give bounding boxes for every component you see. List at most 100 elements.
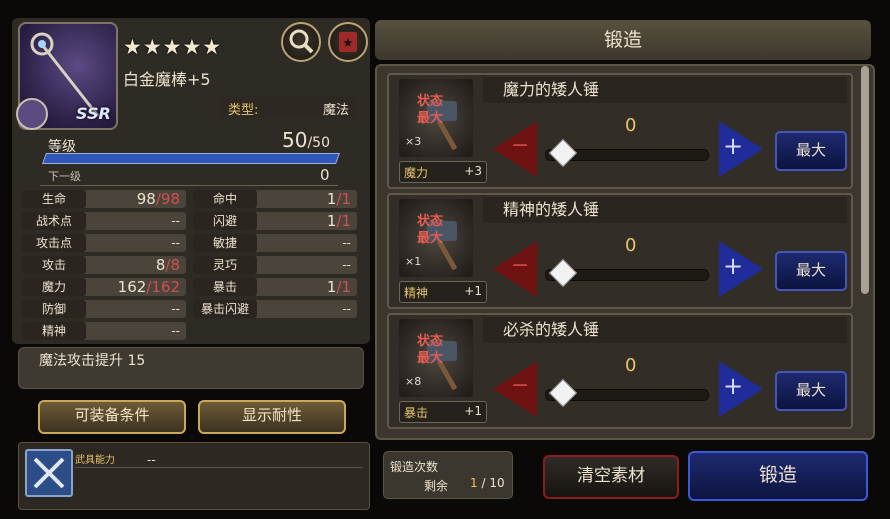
material-name: 魔力的矮人锤 [483,77,847,103]
stat-label: 攻击 [22,256,86,274]
equip-conditions-button[interactable]: 可装备条件 [38,400,186,434]
material-thumbnail: 状态 最大 ×3 [399,79,473,157]
svg-text:★: ★ [342,36,354,51]
stat-row: 精神 -- [22,322,186,340]
stat-current: -- [171,324,180,338]
stat-current: -- [342,258,351,272]
plus-icon: + [723,372,744,400]
stat-value: -- [342,234,351,252]
amount-slider-thumb[interactable] [548,378,578,408]
description-text: 魔法攻击提升 15 [39,353,146,369]
stat-current: 8 [155,256,166,274]
increase-button[interactable]: + [719,361,763,417]
show-durability-button[interactable]: 显示耐性 [198,400,346,434]
list-scrollbar[interactable] [861,66,869,294]
ability-value: -- [147,453,156,467]
rarity-badge: SSR [76,104,111,123]
bonus-value: +1 [464,404,482,418]
decrease-button[interactable]: − [493,241,537,297]
stat-current: 1 [326,190,337,208]
stat-row: 战术点 -- [22,212,186,230]
stat-current: -- [342,302,351,316]
forge-button[interactable]: 锻造 [688,451,868,501]
crossed-swords-icon [33,457,65,489]
max-button[interactable]: 最大 [775,251,847,291]
stat-max: /1 [336,278,351,296]
max-button[interactable]: 最大 [775,371,847,411]
stat-current: -- [342,236,351,250]
next-level-label: 下一级 [48,170,81,183]
decrease-button[interactable]: − [493,361,537,417]
forge-title: 锻造 [375,20,871,60]
stat-max: /1 [336,190,351,208]
stat-bonus-tag: 暴击 +1 [399,401,487,423]
material-card: 魔力的矮人锤 状态 最大 ×3 魔力 +3 0 − + 最大 [387,73,853,189]
clear-materials-button[interactable]: 清空素材 [543,455,679,499]
stat-value: 8/8 [156,256,180,274]
remaining-value: 1 / 10 [470,476,505,490]
material-count: ×8 [405,375,422,388]
stat-value: -- [342,300,351,318]
favorite-button[interactable]: ★ [328,22,368,62]
stat-label: 敏捷 [193,234,257,252]
stat-label: 精神 [22,322,86,340]
remaining-label: 剩余 [424,479,449,493]
increase-button[interactable]: + [719,121,763,177]
stat-row: 生命 98/98 [22,190,186,208]
material-card: 必杀的矮人锤 状态 最大 ×8 暴击 +1 0 − + 最大 [387,313,853,429]
stat-row: 闪避 1/1 [193,212,357,230]
level-current: 50 [282,128,308,152]
search-button[interactable] [281,22,321,62]
bonus-value: +1 [464,284,482,298]
bonus-stat: 魔力 [404,166,429,180]
increase-button[interactable]: + [719,241,763,297]
stat-label: 防御 [22,300,86,318]
stat-label: 攻击点 [22,234,86,252]
remaining-max: / 10 [481,476,505,490]
stat-current: 1 [326,278,337,296]
magnifier-icon [289,29,314,54]
stat-row: 命中 1/1 [193,190,357,208]
level-progress-bar [41,153,341,164]
stat-row: 灵巧 -- [193,256,357,274]
stat-current: 98 [136,190,156,208]
stat-value: -- [342,256,351,274]
weapon-name: 白金魔棒+5 [123,70,211,89]
stat-current: 1 [326,212,337,230]
rarity-stars: ★★★★★ [123,35,223,59]
stat-current: -- [171,302,180,316]
level-max: /50 [307,135,330,151]
use-amount: 0 [625,355,637,376]
stat-value: -- [171,322,180,340]
status-max-label: 状态 最大 [417,334,444,366]
material-count: ×1 [405,255,422,268]
material-count: ×3 [405,135,422,148]
stat-label: 战术点 [22,212,86,230]
stat-label: 闪避 [193,212,257,230]
amount-slider-thumb[interactable] [548,258,578,288]
forge-counter: 锻造次数 剩余 1 / 10 [383,451,513,499]
use-amount: 0 [625,235,637,256]
stat-row: 暴击闪避 -- [193,300,357,318]
stat-row: 防御 -- [22,300,186,318]
status-max-label: 状态 最大 [417,94,444,126]
stat-bonus-tag: 精神 +1 [399,281,487,303]
decrease-button[interactable]: − [493,121,537,177]
stat-row: 敏捷 -- [193,234,357,252]
amount-slider-thumb[interactable] [548,138,578,168]
bonus-stat: 暴击 [404,406,429,420]
minus-icon: − [511,373,530,398]
weapon-description: 魔法攻击提升 15 [18,347,364,389]
stat-row: 暴击 1/1 [193,278,357,296]
stat-max: /1 [336,212,351,230]
type-value: 魔法 [322,103,349,118]
remaining-current: 1 [470,476,478,490]
divider [40,185,338,186]
weapon-type-row: 类型: 魔法 [220,96,357,118]
forge-count-label: 锻造次数 [390,460,439,474]
stat-max: /98 [155,190,180,208]
stat-label: 魔力 [22,278,86,296]
max-button[interactable]: 最大 [775,131,847,171]
stat-label: 灵巧 [193,256,257,274]
bonus-value: +3 [464,164,482,178]
